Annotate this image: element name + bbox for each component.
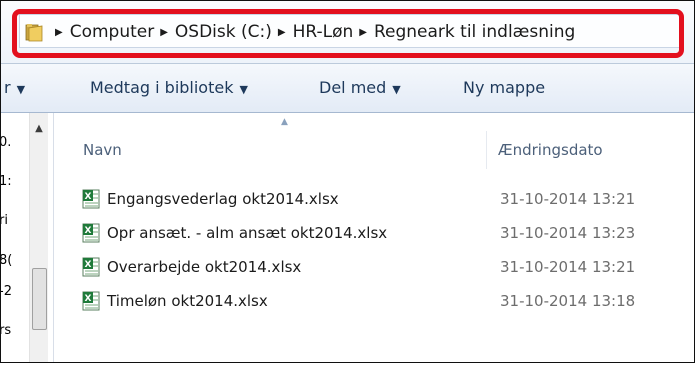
breadcrumb-current-folder[interactable]: Regneark til indlæsning xyxy=(374,22,575,42)
breadcrumb-hr-lon[interactable]: HR-Løn xyxy=(293,22,354,42)
file-name: Engangsvederlag okt2014.xlsx xyxy=(107,190,339,208)
file-modified-date: 31-10-2014 13:23 xyxy=(500,224,636,242)
file-name: Opr ansæt. - alm ansæt okt2014.xlsx xyxy=(107,224,388,242)
breadcrumb-separator-icon[interactable]: ▶ xyxy=(278,27,286,38)
scrollbar-thumb[interactable] xyxy=(32,268,47,330)
file-modified-date: 31-10-2014 13:18 xyxy=(500,292,636,310)
new-folder-button[interactable]: Ny mappe xyxy=(463,78,545,97)
column-divider[interactable] xyxy=(486,131,487,169)
svg-text:X: X xyxy=(85,226,92,236)
include-in-library-button[interactable]: Medtag i bibliotek ▼ xyxy=(90,78,248,97)
nav-item-partial[interactable]: 0. xyxy=(1,135,11,150)
chevron-down-icon: ▼ xyxy=(16,83,26,96)
file-name: Overarbejde okt2014.xlsx xyxy=(107,258,302,276)
column-header-date-modified[interactable]: Ændringsdato xyxy=(498,141,603,159)
file-row[interactable]: X Timeløn okt2014.xlsx 31-10-2014 13:18 xyxy=(81,287,681,315)
excel-file-icon: X xyxy=(82,189,100,209)
file-row[interactable]: X Engangsvederlag okt2014.xlsx 31-10-201… xyxy=(81,185,681,213)
organize-label: r xyxy=(4,78,11,97)
nav-item-partial[interactable]: 8( xyxy=(1,253,12,268)
file-row[interactable]: X Opr ansæt. - alm ansæt okt2014.xlsx 31… xyxy=(81,219,681,247)
chevron-down-icon: ▼ xyxy=(392,83,401,96)
file-modified-date: 31-10-2014 13:21 xyxy=(500,190,636,208)
column-header-name[interactable]: Navn xyxy=(83,141,122,159)
excel-file-icon: X xyxy=(82,257,100,277)
organize-button[interactable]: r ▼ xyxy=(4,78,25,97)
explorer-window: ▶ Computer ▶ OSDisk (C:) ▶ HR-Løn ▶ Regn… xyxy=(0,0,695,363)
breadcrumb-separator-icon[interactable]: ▶ xyxy=(55,27,63,38)
chevron-down-icon: ▼ xyxy=(239,83,248,96)
breadcrumb-separator-icon[interactable]: ▶ xyxy=(160,27,168,38)
nav-item-partial[interactable]: ri xyxy=(1,213,8,228)
folder-icon xyxy=(25,24,43,42)
share-with-label: Del med xyxy=(319,78,387,97)
nav-scrollbar[interactable]: ▲ xyxy=(29,113,48,362)
share-with-button[interactable]: Del med ▼ xyxy=(319,78,401,97)
address-bar-region: ▶ Computer ▶ OSDisk (C:) ▶ HR-Løn ▶ Regn… xyxy=(1,1,694,63)
include-in-library-label: Medtag i bibliotek xyxy=(90,78,234,97)
file-modified-date: 31-10-2014 13:21 xyxy=(500,258,636,276)
nav-item-partial[interactable]: rs xyxy=(1,323,11,338)
svg-text:X: X xyxy=(85,260,92,270)
excel-file-icon: X xyxy=(82,291,100,311)
file-list: ▲ Navn Ændringsdato X Engangsvederlag ok… xyxy=(54,113,694,362)
breadcrumb-computer[interactable]: Computer xyxy=(70,22,155,42)
excel-file-icon: X xyxy=(82,223,100,243)
file-row[interactable]: X Overarbejde okt2014.xlsx 31-10-2014 13… xyxy=(81,253,681,281)
nav-item-partial[interactable]: 1: xyxy=(1,174,12,189)
breadcrumb-separator-icon[interactable]: ▶ xyxy=(359,27,367,38)
command-toolbar: r ▼ Medtag i bibliotek ▼ Del med ▼ Ny mappe xyxy=(1,63,694,113)
file-name: Timeløn okt2014.xlsx xyxy=(107,292,268,310)
sort-ascending-icon: ▲ xyxy=(281,117,288,127)
breadcrumb: ▶ Computer ▶ OSDisk (C:) ▶ HR-Løn ▶ Regn… xyxy=(25,17,575,47)
breadcrumb-osdisk[interactable]: OSDisk (C:) xyxy=(175,22,272,42)
scroll-up-arrow-icon[interactable]: ▲ xyxy=(30,123,48,134)
svg-text:X: X xyxy=(85,294,92,304)
nav-item-partial[interactable]: -2 xyxy=(1,284,12,299)
navigation-pane: 0. 1: ri 8( -2 rs ▲ xyxy=(1,113,53,362)
svg-text:X: X xyxy=(85,192,92,202)
